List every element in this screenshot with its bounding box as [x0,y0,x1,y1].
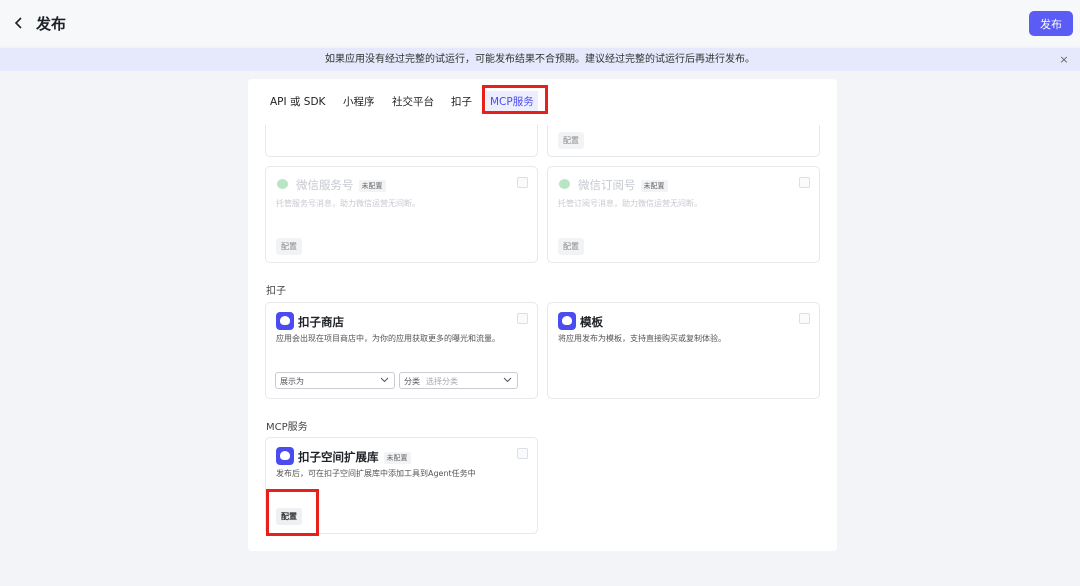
channel-checkbox[interactable] [517,177,528,188]
tab-social-platform[interactable]: 社交平台 [392,94,434,109]
channel-checkbox[interactable] [517,313,528,324]
channel-checkbox[interactable] [517,448,528,459]
card-title: 扣子商店 [298,315,344,329]
close-icon[interactable]: × [1058,48,1070,71]
tab-api-sdk[interactable]: API 或 SDK [270,94,325,109]
config-button[interactable]: 配置 [558,132,584,149]
highlight-box [482,85,548,114]
publish-content: 配置 微信服务号 未配置 托管服务号消息，助力微信运营无间断。 配置 微信订阅号未… [248,125,837,551]
coze-store-card: 扣子商店 应用会出现在项目商店中，为你的应用获取更多的曝光和流量。 展示为 分类… [265,302,538,399]
tab-mini-program[interactable]: 小程序 [343,94,375,109]
channel-card: 配置 [547,125,820,157]
card-description: 应用会出现在项目商店中，为你的应用获取更多的曝光和流量。 [276,334,500,343]
card-description: 托管订阅号消息，助力微信运营无间断。 [558,199,702,208]
status-badge: 未配置 [358,179,386,192]
channel-card [265,125,538,157]
wechat-subscription-card: 微信订阅号 未配置 托管订阅号消息，助力微信运营无间断。 配置 [547,166,820,263]
page-title: 发布 [36,15,67,33]
wechat-icon [277,179,288,189]
channel-checkbox[interactable] [799,313,810,324]
channel-checkbox[interactable] [799,177,810,188]
card-title: 扣子空间扩展库 未配置 [298,449,411,465]
category-select[interactable]: 分类 选择分类 [399,372,518,389]
chevron-down-icon [503,377,512,383]
wechat-service-card: 微信服务号 未配置 托管服务号消息，助力微信运营无间断。 配置 [265,166,538,263]
card-description: 托管服务号消息，助力微信运营无间断。 [276,199,420,208]
status-badge: 未配置 [383,451,411,464]
card-description: 将应用发布为模板，支持直接购买或复制体验。 [558,334,726,343]
section-label-mcp: MCP服务 [266,422,308,433]
warning-banner: 如果应用没有经过完整的试运行，可能发布结果不合预期。建议经过完整的试运行后再进行… [0,48,1080,71]
publish-button[interactable]: 发布 [1029,11,1073,36]
card-description: 发布后，可在扣子空间扩展库中添加工具到Agent任务中 [276,469,476,478]
wechat-icon [559,179,570,189]
card-title: 微信服务号 未配置 [296,177,386,193]
config-button[interactable]: 配置 [558,238,584,255]
coze-logo-icon [558,312,576,330]
display-as-select[interactable]: 展示为 [275,372,395,389]
publish-panel: API 或 SDK 小程序 社交平台 扣子 MCP服务 配置 微信服务号 未配置 … [248,79,837,551]
chevron-down-icon [380,377,389,383]
coze-logo-icon [276,447,294,465]
template-card: 模板 将应用发布为模板，支持直接购买或复制体验。 [547,302,820,399]
status-badge: 未配置 [640,179,668,192]
coze-logo-icon [276,312,294,330]
highlight-box [266,489,319,536]
chevron-left-icon[interactable] [10,12,30,34]
card-title: 微信订阅号 未配置 [578,177,668,193]
card-title: 模板 [580,315,603,329]
config-button[interactable]: 配置 [276,238,302,255]
tab-coze[interactable]: 扣子 [451,94,472,109]
banner-text: 如果应用没有经过完整的试运行，可能发布结果不合预期。建议经过完整的试运行后再进行… [325,54,755,65]
top-bar: 发布 发布 [0,0,1080,46]
publish-tabs: API 或 SDK 小程序 社交平台 扣子 MCP服务 [248,79,837,123]
section-label-coze: 扣子 [266,286,286,297]
